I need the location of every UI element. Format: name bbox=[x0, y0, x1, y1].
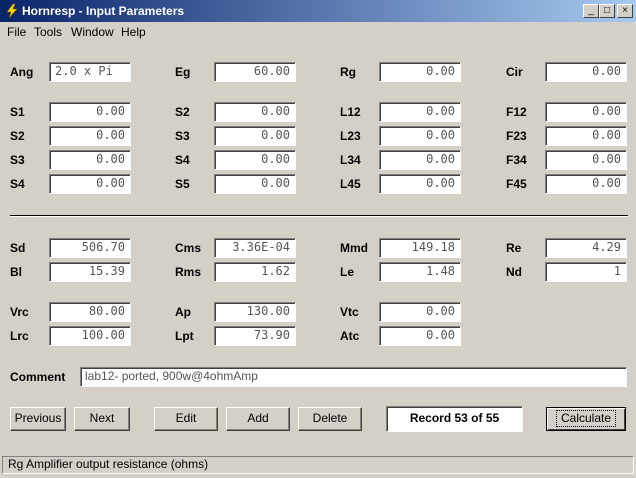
s2-end-label: S2 bbox=[175, 105, 190, 119]
ang-label: Ang bbox=[10, 65, 34, 79]
s4-end-field[interactable]: 0.00 bbox=[214, 150, 296, 170]
add-button[interactable]: Add bbox=[226, 407, 290, 431]
next-button[interactable]: Next bbox=[74, 407, 130, 431]
minimize-button[interactable]: _ bbox=[583, 4, 599, 18]
s3-field[interactable]: 0.00 bbox=[49, 150, 131, 170]
l12-label: L12 bbox=[340, 105, 361, 119]
delete-button[interactable]: Delete bbox=[298, 407, 362, 431]
menu-bar: File Tools Window Help bbox=[0, 22, 636, 41]
le-label: Le bbox=[340, 265, 355, 279]
lrc-label: Lrc bbox=[10, 329, 29, 343]
f23-field[interactable]: 0.00 bbox=[545, 126, 627, 146]
edit-button[interactable]: Edit bbox=[154, 407, 218, 431]
f45-label: F45 bbox=[506, 177, 527, 191]
s1-field[interactable]: 0.00 bbox=[49, 102, 131, 122]
record-indicator: Record 53 of 55 bbox=[386, 406, 523, 432]
l12-field[interactable]: 0.00 bbox=[379, 102, 461, 122]
ap-label: Ap bbox=[175, 305, 191, 319]
vrc-field[interactable]: 80.00 bbox=[49, 302, 131, 322]
nd-label: Nd bbox=[506, 265, 522, 279]
sd-field[interactable]: 506.70 bbox=[49, 238, 131, 258]
hornresp-app-icon[interactable] bbox=[4, 3, 20, 19]
eg-label: Eg bbox=[175, 65, 191, 79]
calculate-button-label: Calculate bbox=[555, 410, 617, 427]
window-title: Hornresp - Input Parameters bbox=[22, 4, 185, 18]
maximize-button[interactable]: □ bbox=[599, 4, 615, 18]
menu-file[interactable]: File bbox=[7, 25, 26, 39]
s4-field[interactable]: 0.00 bbox=[49, 174, 131, 194]
atc-field[interactable]: 0.00 bbox=[379, 326, 461, 346]
section-divider bbox=[10, 215, 628, 217]
comment-label: Comment bbox=[10, 370, 66, 384]
rg-field[interactable]: 0.00 bbox=[379, 62, 461, 82]
comment-field[interactable]: lab12- ported, 900w@4ohmAmp bbox=[80, 367, 627, 387]
s3-end-label: S3 bbox=[175, 129, 190, 143]
mmd-label: Mmd bbox=[340, 241, 368, 255]
cir-label: Cir bbox=[506, 65, 523, 79]
bl-label: Bl bbox=[10, 265, 22, 279]
cms-label: Cms bbox=[175, 241, 202, 255]
f34-field[interactable]: 0.00 bbox=[545, 150, 627, 170]
rms-field[interactable]: 1.62 bbox=[214, 262, 296, 282]
s2-label: S2 bbox=[10, 129, 25, 143]
vtc-field[interactable]: 0.00 bbox=[379, 302, 461, 322]
s3-label: S3 bbox=[10, 153, 25, 167]
menu-tools[interactable]: Tools bbox=[34, 25, 62, 39]
close-button[interactable]: × bbox=[617, 4, 633, 18]
l23-field[interactable]: 0.00 bbox=[379, 126, 461, 146]
cms-field[interactable]: 3.36E-04 bbox=[214, 238, 296, 258]
l23-label: L23 bbox=[340, 129, 361, 143]
menu-window[interactable]: Window bbox=[71, 25, 114, 39]
s5-field[interactable]: 0.00 bbox=[214, 174, 296, 194]
vtc-label: Vtc bbox=[340, 305, 359, 319]
lrc-field[interactable]: 100.00 bbox=[49, 326, 131, 346]
lpt-label: Lpt bbox=[175, 329, 194, 343]
menu-help[interactable]: Help bbox=[121, 25, 146, 39]
f23-label: F23 bbox=[506, 129, 527, 143]
eg-field[interactable]: 60.00 bbox=[214, 62, 296, 82]
s2-field[interactable]: 0.00 bbox=[49, 126, 131, 146]
previous-button[interactable]: Previous bbox=[10, 407, 66, 431]
vrc-label: Vrc bbox=[10, 305, 29, 319]
s3-end-field[interactable]: 0.00 bbox=[214, 126, 296, 146]
f34-label: F34 bbox=[506, 153, 527, 167]
calculate-button[interactable]: Calculate bbox=[546, 407, 626, 431]
f45-field[interactable]: 0.00 bbox=[545, 174, 627, 194]
title-bar: Hornresp - Input Parameters _ □ × bbox=[0, 0, 636, 22]
nd-field[interactable]: 1 bbox=[545, 262, 627, 282]
bl-field[interactable]: 15.39 bbox=[49, 262, 131, 282]
ap-field[interactable]: 130.00 bbox=[214, 302, 296, 322]
status-bar: Rg Amplifier output resistance (ohms) bbox=[2, 456, 634, 474]
ang-field[interactable]: 2.0 x Pi bbox=[49, 62, 131, 82]
le-field[interactable]: 1.48 bbox=[379, 262, 461, 282]
s1-label: S1 bbox=[10, 105, 25, 119]
atc-label: Atc bbox=[340, 329, 360, 343]
lpt-field[interactable]: 73.90 bbox=[214, 326, 296, 346]
l34-label: L34 bbox=[340, 153, 361, 167]
l45-label: L45 bbox=[340, 177, 361, 191]
re-field[interactable]: 4.29 bbox=[545, 238, 627, 258]
sd-label: Sd bbox=[10, 241, 26, 255]
f12-label: F12 bbox=[506, 105, 527, 119]
rg-label: Rg bbox=[340, 65, 356, 79]
s2-end-field[interactable]: 0.00 bbox=[214, 102, 296, 122]
l45-field[interactable]: 0.00 bbox=[379, 174, 461, 194]
s5-label: S5 bbox=[175, 177, 190, 191]
re-label: Re bbox=[506, 241, 522, 255]
mmd-field[interactable]: 149.18 bbox=[379, 238, 461, 258]
s4-end-label: S4 bbox=[175, 153, 190, 167]
rms-label: Rms bbox=[175, 265, 202, 279]
f12-field[interactable]: 0.00 bbox=[545, 102, 627, 122]
l34-field[interactable]: 0.00 bbox=[379, 150, 461, 170]
s4-label: S4 bbox=[10, 177, 25, 191]
cir-field[interactable]: 0.00 bbox=[545, 62, 627, 82]
